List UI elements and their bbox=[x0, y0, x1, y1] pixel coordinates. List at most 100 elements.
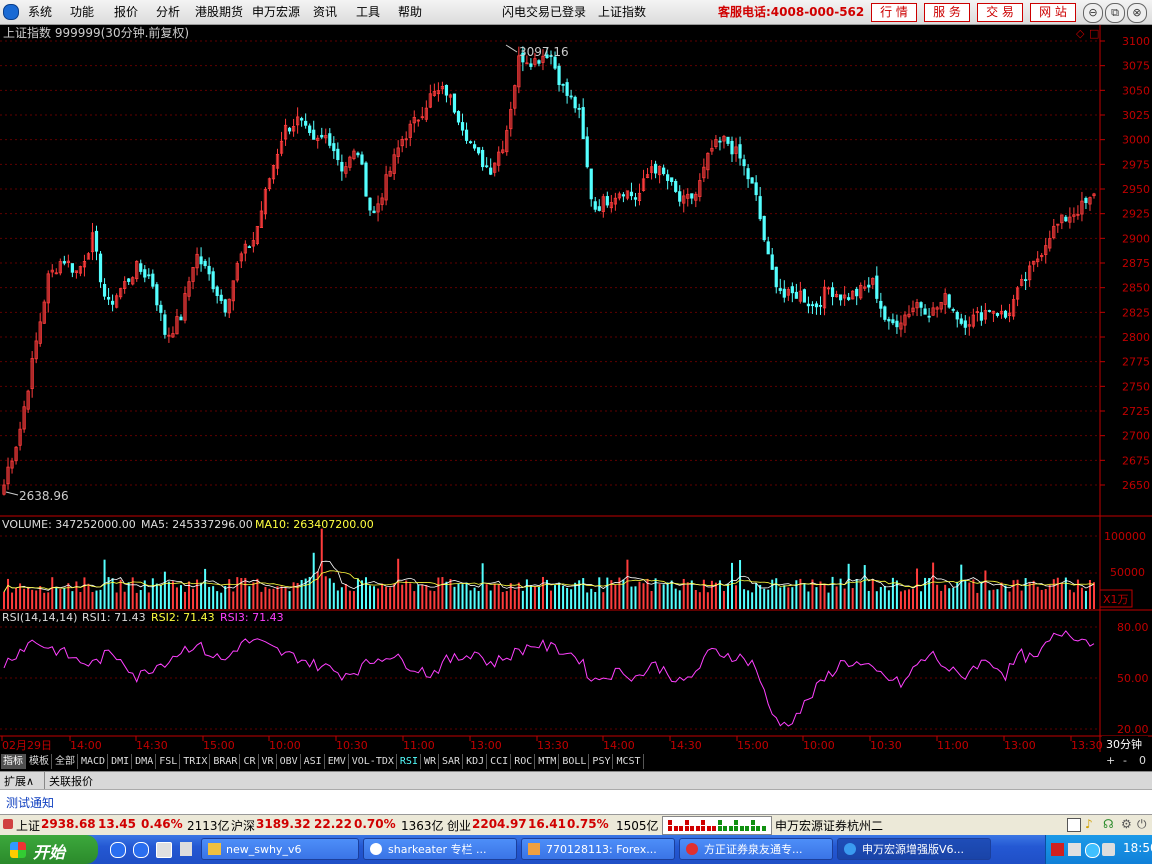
rsi-tick-80: 80.00 bbox=[1117, 621, 1149, 634]
restore-icon[interactable]: ⧉ bbox=[1105, 3, 1125, 23]
indicator-tab-brar[interactable]: BRAR bbox=[211, 754, 241, 769]
task-sharkeater[interactable]: sharkeater 专栏 ... bbox=[363, 838, 517, 860]
indicator-tab-模板[interactable]: 模板 bbox=[27, 754, 52, 769]
menu-help[interactable]: 帮助 bbox=[398, 3, 422, 20]
start-button[interactable]: 开始 bbox=[0, 835, 98, 864]
volume-bar bbox=[413, 591, 416, 609]
gear-icon[interactable]: ⚙ bbox=[1121, 817, 1132, 831]
period-label[interactable]: 30分钟 bbox=[1106, 737, 1142, 751]
menu-analysis[interactable]: 分析 bbox=[156, 3, 180, 20]
tab-add-button[interactable]: + bbox=[1106, 754, 1115, 767]
volume-bar bbox=[252, 582, 255, 609]
menu-hk-futures[interactable]: 港股期货 bbox=[195, 3, 243, 20]
volume-bar bbox=[803, 583, 806, 609]
candle-body bbox=[163, 314, 167, 335]
website-button[interactable]: 网 站 bbox=[1030, 3, 1076, 22]
exit-icon[interactable]: ⏻ bbox=[1137, 817, 1147, 832]
tray-network-icon[interactable] bbox=[1068, 843, 1081, 856]
minimize-icon[interactable]: ⊖ bbox=[1083, 3, 1103, 23]
candle-body bbox=[778, 288, 782, 291]
cy-index-name[interactable]: 创业 bbox=[447, 817, 471, 834]
indicator-tab-全部[interactable]: 全部 bbox=[53, 754, 78, 769]
candle-body bbox=[730, 140, 734, 155]
indicator-tab-macd[interactable]: MACD bbox=[79, 754, 109, 769]
volume-bar bbox=[554, 585, 557, 609]
indicator-tab-fsl[interactable]: FSL bbox=[157, 754, 181, 769]
indicator-tab-cci[interactable]: CCI bbox=[488, 754, 512, 769]
indicator-tab-sar[interactable]: SAR bbox=[440, 754, 464, 769]
menu-system[interactable]: 系统 bbox=[28, 3, 52, 20]
indicator-tab-wr[interactable]: WR bbox=[422, 754, 440, 769]
indicator-tab-roc[interactable]: ROC bbox=[512, 754, 536, 769]
quicklaunch-expand-icon[interactable] bbox=[180, 842, 192, 856]
indicator-tab-dmi[interactable]: DMI bbox=[109, 754, 133, 769]
indicator-tab-vol-tdx[interactable]: VOL-TDX bbox=[350, 754, 397, 769]
trade-button[interactable]: 交 易 bbox=[977, 3, 1023, 22]
candle-body bbox=[179, 316, 183, 321]
candle-body bbox=[895, 320, 899, 328]
indicator-tab-dma[interactable]: DMA bbox=[133, 754, 157, 769]
candle-body bbox=[987, 310, 992, 312]
flash-trade-status[interactable]: 闪电交易已登录 bbox=[502, 3, 586, 20]
candle-body bbox=[621, 194, 626, 197]
menu-news[interactable]: 资讯 bbox=[313, 3, 337, 20]
bell-icon[interactable]: ♪ bbox=[1085, 817, 1093, 831]
menu-quote[interactable]: 报价 bbox=[114, 3, 138, 20]
tray-flag-icon[interactable] bbox=[1051, 843, 1064, 856]
task-forex[interactable]: 770128113: Forex... bbox=[521, 838, 675, 860]
sh-index-name[interactable]: 上证 bbox=[16, 817, 40, 834]
tab-zero-button[interactable]: 0 bbox=[1139, 754, 1146, 767]
chart-area[interactable]: 3100 3075 3050 3025 3000 2975 2950 2925 2900 2875… bbox=[0, 25, 1152, 752]
volume-bar bbox=[823, 583, 826, 609]
tab-minus-button[interactable]: - bbox=[1123, 754, 1127, 767]
signal-icon[interactable]: ☊ bbox=[1103, 817, 1114, 831]
indicator-tab-psy[interactable]: PSY bbox=[590, 754, 614, 769]
indicator-tab-obv[interactable]: OBV bbox=[278, 754, 301, 769]
diamond-icon[interactable]: ◇ bbox=[1076, 27, 1085, 40]
candle-body bbox=[332, 143, 336, 152]
candle-body bbox=[891, 319, 895, 324]
quote-button[interactable]: 行 情 bbox=[871, 3, 917, 22]
rsi3-label: RSI3: 71.43 bbox=[220, 611, 284, 624]
indicator-tab-rsi[interactable]: RSI bbox=[398, 754, 421, 769]
broker-name: 申万宏源证券杭州二 bbox=[775, 819, 884, 833]
menu-tools[interactable]: 工具 bbox=[356, 3, 380, 20]
tray-shield-icon[interactable] bbox=[1085, 843, 1100, 858]
task-new-swhy[interactable]: new_swhy_v6 bbox=[201, 838, 359, 860]
ie-icon-2[interactable] bbox=[133, 842, 149, 858]
indicator-tab-kdj[interactable]: KDJ bbox=[464, 754, 488, 769]
layout-icon[interactable] bbox=[1067, 818, 1081, 832]
service-button[interactable]: 服 务 bbox=[924, 3, 970, 22]
volume-bar bbox=[710, 580, 713, 609]
indicator-tab-指标[interactable]: 指标 bbox=[1, 754, 26, 769]
candle-body bbox=[565, 82, 569, 96]
indicator-tab-vr[interactable]: VR bbox=[260, 754, 277, 769]
indicator-tab-mcst[interactable]: MCST bbox=[614, 754, 644, 769]
tray-volume-icon[interactable] bbox=[1102, 843, 1115, 856]
hs-index-amount: 1363亿 bbox=[401, 819, 444, 833]
indicator-tab-boll[interactable]: BOLL bbox=[560, 754, 590, 769]
menu-function[interactable]: 功能 bbox=[70, 3, 94, 20]
hs-index-name[interactable]: 沪深 bbox=[231, 817, 255, 834]
volume-bar bbox=[1044, 588, 1047, 609]
candle-body bbox=[951, 309, 955, 311]
volume-label: VOLUME: 347252000.00 bbox=[2, 518, 136, 531]
close-icon[interactable]: ⊗ bbox=[1127, 3, 1147, 23]
candle-body bbox=[569, 95, 573, 98]
notice-text[interactable]: 测试通知 bbox=[6, 794, 54, 811]
ie-icon[interactable] bbox=[110, 842, 126, 858]
indicator-tab-cr[interactable]: CR bbox=[241, 754, 259, 769]
tab-extend[interactable]: 扩展∧ bbox=[4, 773, 34, 789]
window-icon[interactable]: □ bbox=[1089, 27, 1099, 40]
indicator-tab-emv[interactable]: EMV bbox=[326, 754, 349, 769]
volume-bar bbox=[272, 588, 275, 609]
tab-related-quotes[interactable]: 关联报价 bbox=[49, 773, 93, 789]
desktop-icon[interactable] bbox=[156, 842, 172, 858]
indicator-tab-trix[interactable]: TRIX bbox=[181, 754, 211, 769]
candle-body bbox=[814, 303, 819, 308]
task-fangzheng[interactable]: 方正证券泉友通专... bbox=[679, 838, 833, 860]
task-swhy-active[interactable]: 申万宏源增强版V6... bbox=[837, 838, 991, 860]
indicator-tab-asi[interactable]: ASI bbox=[302, 754, 325, 769]
indicator-tab-mtm[interactable]: MTM bbox=[536, 754, 560, 769]
menu-swhy[interactable]: 申万宏源 bbox=[252, 3, 300, 20]
